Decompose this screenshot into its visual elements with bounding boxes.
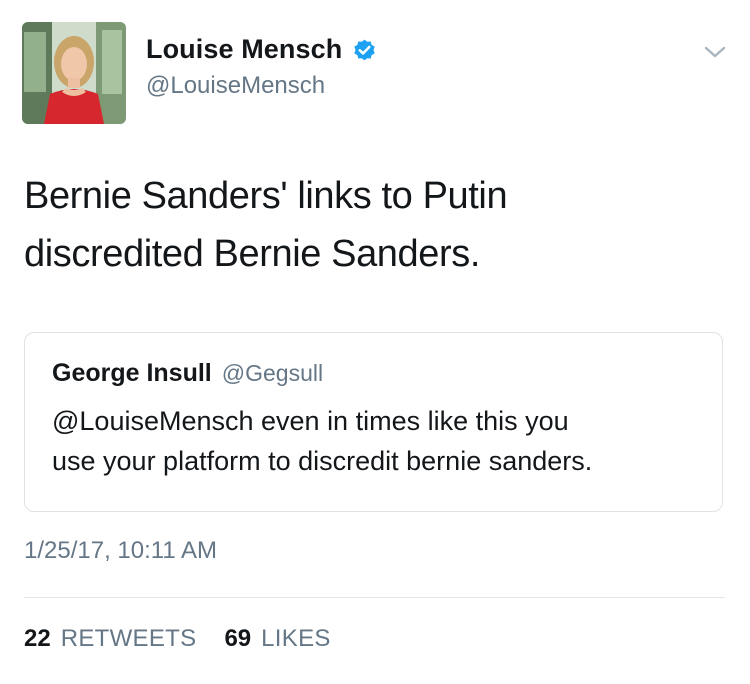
tweet-text-line: discredited Bernie Sanders. xyxy=(24,233,481,275)
profile-photo xyxy=(22,22,126,124)
quoted-tweet-text: @LouiseMensch even in times like this yo… xyxy=(52,401,702,481)
retweets-count[interactable]: 22 xyxy=(24,627,51,651)
tweet-timestamp[interactable]: 1/25/17, 10:11 AM xyxy=(24,539,217,563)
tweet-text-line: Bernie Sanders' links to Putin xyxy=(24,175,508,217)
avatar[interactable] xyxy=(22,22,126,124)
author-name-row: Louise Mensch xyxy=(146,36,377,63)
retweets-label[interactable]: RETWEETS xyxy=(61,627,197,651)
quoted-tweet-text-line: @LouiseMensch even in times like this yo… xyxy=(52,406,569,436)
tweet-text: Bernie Sanders' links to Putin discredit… xyxy=(24,167,724,283)
chevron-down-icon[interactable] xyxy=(703,44,727,60)
tweet-stats: 22 RETWEETS 69 LIKES xyxy=(24,627,331,651)
quoted-tweet-text-line: use your platform to discredit bernie sa… xyxy=(52,446,593,476)
quoted-tweet-card[interactable]: George Insull @Gegsull @LouiseMensch eve… xyxy=(24,332,723,512)
author-handle[interactable]: @LouiseMensch xyxy=(146,74,325,98)
author-name[interactable]: Louise Mensch xyxy=(146,36,342,63)
quoted-author-handle: @Gegsull xyxy=(221,360,324,386)
quoted-tweet-header: George Insull @Gegsull xyxy=(52,359,323,388)
quoted-author-name: George Insull xyxy=(52,359,212,387)
divider xyxy=(24,597,725,598)
verified-badge-icon xyxy=(352,38,377,63)
likes-count[interactable]: 69 xyxy=(224,627,251,651)
likes-label[interactable]: LIKES xyxy=(261,627,331,651)
